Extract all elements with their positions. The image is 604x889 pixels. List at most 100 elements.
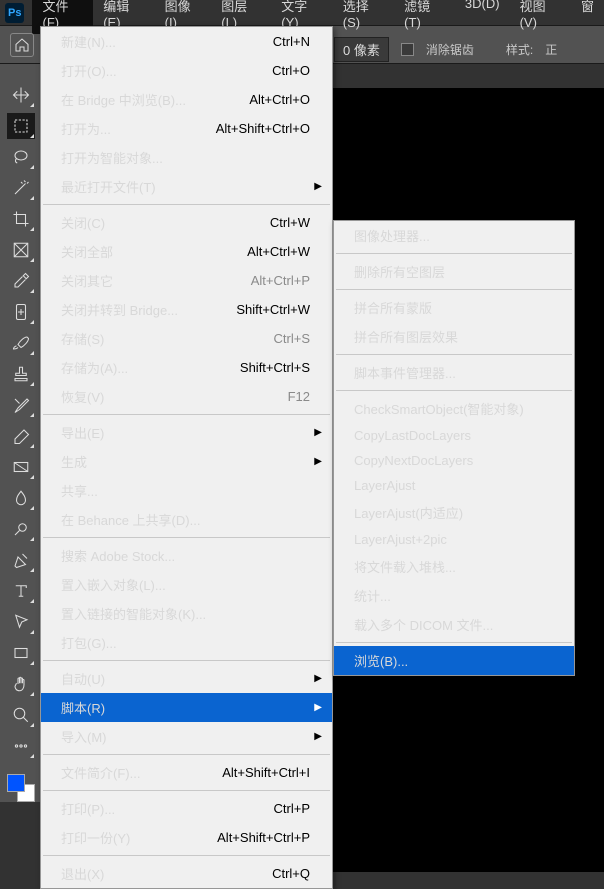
scripts-menu-item-11[interactable]: CopyNextDocLayers: [334, 448, 574, 473]
file-menu-item-31[interactable]: 打印(P)...Ctrl+P: [41, 794, 332, 823]
file-menu-item-8[interactable]: 关闭全部Alt+Ctrl+W: [41, 237, 332, 266]
scripts-menu-item-7[interactable]: 脚本事件管理器...: [334, 358, 574, 387]
menu-item-label: 打印一份(Y): [61, 828, 130, 847]
menubar-item-6[interactable]: 滤镜(T): [394, 0, 455, 34]
file-menu-separator: [43, 754, 330, 755]
tool-blur[interactable]: [7, 485, 35, 511]
file-menu-item-0[interactable]: 新建(N)...Ctrl+N: [41, 27, 332, 56]
file-menu-item-9: 关闭其它Alt+Ctrl+P: [41, 266, 332, 295]
menu-item-label: CopyNextDocLayers: [354, 453, 473, 468]
menu-item-shortcut: Shift+Ctrl+S: [240, 360, 310, 375]
tool-hand[interactable]: [7, 671, 35, 697]
menu-item-label: 最近打开文件(T): [61, 177, 156, 196]
tool-path-select[interactable]: [7, 609, 35, 635]
menu-item-label: 打开为智能对象...: [61, 148, 163, 167]
menu-item-label: 图像处理器...: [354, 226, 430, 245]
scripts-menu-separator: [336, 253, 572, 254]
scripts-menu-item-2[interactable]: 删除所有空图层: [334, 257, 574, 286]
tool-crop[interactable]: [7, 206, 35, 232]
scripts-menu-item-13[interactable]: LayerAjust(内适应): [334, 498, 574, 527]
tool-brush[interactable]: [7, 330, 35, 356]
menu-item-label: 新建(N)...: [61, 32, 116, 51]
menu-item-shortcut: Alt+Shift+Ctrl+P: [217, 830, 310, 845]
file-menu-item-11: 存储(S)Ctrl+S: [41, 324, 332, 353]
menu-item-label: 退出(X): [61, 864, 104, 883]
file-menu-item-4[interactable]: 打开为智能对象...: [41, 143, 332, 172]
file-menu-item-2[interactable]: 在 Bridge 中浏览(B)...Alt+Ctrl+O: [41, 85, 332, 114]
tool-zoom[interactable]: [7, 702, 35, 728]
file-menu-item-18[interactable]: 在 Behance 上共享(D)...: [41, 505, 332, 534]
file-menu-item-20[interactable]: 搜索 Adobe Stock...: [41, 541, 332, 570]
tool-wand[interactable]: [7, 175, 35, 201]
submenu-arrow-icon: ▶: [314, 181, 322, 192]
tool-lasso[interactable]: [7, 144, 35, 170]
scripts-menu-separator: [336, 289, 572, 290]
menu-item-label: 浏览(B)...: [354, 651, 408, 670]
scripts-menu-item-4[interactable]: 拼合所有蒙版: [334, 293, 574, 322]
scripts-menu-item-9[interactable]: CheckSmartObject(智能对象): [334, 394, 574, 423]
file-menu-item-15[interactable]: 导出(E)▶: [41, 418, 332, 447]
file-menu-item-7[interactable]: 关闭(C)Ctrl+W: [41, 208, 332, 237]
tool-rectangle[interactable]: [7, 640, 35, 666]
menubar-item-5[interactable]: 选择(S): [333, 0, 394, 34]
menu-item-label: LayerAjust(内适应): [354, 503, 463, 522]
antialias-checkbox[interactable]: [401, 43, 414, 56]
menu-item-label: LayerAjust+2pic: [354, 532, 447, 547]
tool-type[interactable]: [7, 578, 35, 604]
scripts-menu-item-0[interactable]: 图像处理器...: [334, 221, 574, 250]
file-menu-item-21[interactable]: 置入嵌入对象(L)...: [41, 570, 332, 599]
scripts-menu-item-17[interactable]: 载入多个 DICOM 文件...: [334, 610, 574, 639]
menu-item-label: 在 Bridge 中浏览(B)...: [61, 90, 186, 109]
menubar-item-7[interactable]: 3D(D): [455, 0, 510, 34]
menu-item-label: 载入多个 DICOM 文件...: [354, 615, 493, 634]
tool-dodge[interactable]: [7, 516, 35, 542]
file-menu-separator: [43, 790, 330, 791]
tool-eyedropper[interactable]: [7, 268, 35, 294]
tool-move[interactable]: [7, 82, 35, 108]
menu-item-shortcut: Ctrl+O: [272, 63, 310, 78]
scripts-menu-item-10[interactable]: CopyLastDocLayers: [334, 423, 574, 448]
color-swatches[interactable]: [7, 774, 35, 802]
tool-history[interactable]: [7, 392, 35, 418]
file-menu-item-26[interactable]: 脚本(R)▶: [41, 693, 332, 722]
scripts-menu-item-19[interactable]: 浏览(B)...: [334, 646, 574, 675]
tool-marquee[interactable]: [7, 113, 35, 139]
scripts-menu-item-16[interactable]: 统计...: [334, 581, 574, 610]
file-menu-item-3[interactable]: 打开为...Alt+Shift+Ctrl+O: [41, 114, 332, 143]
file-menu-separator: [43, 414, 330, 415]
file-menu-item-25[interactable]: 自动(U)▶: [41, 664, 332, 693]
file-menu-item-16[interactable]: 生成 ▶: [41, 447, 332, 476]
tool-heal[interactable]: [7, 299, 35, 325]
file-menu-item-1[interactable]: 打开(O)... Ctrl+O: [41, 56, 332, 85]
home-icon[interactable]: [10, 33, 34, 57]
scripts-menu-item-14[interactable]: LayerAjust+2pic: [334, 527, 574, 552]
file-menu-item-34[interactable]: 退出(X)Ctrl+Q: [41, 859, 332, 888]
file-menu-item-27[interactable]: 导入(M)▶: [41, 722, 332, 751]
tool-frame[interactable]: [7, 237, 35, 263]
file-menu-item-32[interactable]: 打印一份(Y) Alt+Shift+Ctrl+P: [41, 823, 332, 852]
file-menu-item-23: 打包(G)...: [41, 628, 332, 657]
toolbox: [0, 64, 42, 802]
menu-item-label: 共享...: [61, 481, 98, 500]
scripts-menu-item-5[interactable]: 拼合所有图层效果: [334, 322, 574, 351]
menu-item-label: 打开(O)...: [61, 61, 117, 80]
tool-pen[interactable]: [7, 547, 35, 573]
scripts-menu-item-12[interactable]: LayerAjust: [334, 473, 574, 498]
feather-value[interactable]: 0 像素: [334, 37, 389, 62]
menubar-item-8[interactable]: 视图(V): [510, 0, 571, 34]
file-menu-item-10[interactable]: 关闭并转到 Bridge...Shift+Ctrl+W: [41, 295, 332, 324]
file-menu-item-29[interactable]: 文件简介(F)...Alt+Shift+Ctrl+I: [41, 758, 332, 787]
scripts-menu-item-15[interactable]: 将文件载入堆栈...: [334, 552, 574, 581]
menu-item-label: 生成: [61, 452, 87, 471]
tool-eraser[interactable]: [7, 423, 35, 449]
menu-item-label: 存储为(A)...: [61, 358, 128, 377]
tool-gradient[interactable]: [7, 454, 35, 480]
file-menu-item-22[interactable]: 置入链接的智能对象(K)...: [41, 599, 332, 628]
tool-stamp[interactable]: [7, 361, 35, 387]
submenu-arrow-icon: ▶: [314, 456, 322, 467]
menubar-item-9[interactable]: 窗: [571, 0, 604, 34]
file-menu-item-12[interactable]: 存储为(A)... Shift+Ctrl+S: [41, 353, 332, 382]
file-menu-item-5[interactable]: 最近打开文件(T) ▶: [41, 172, 332, 201]
tool-more[interactable]: [7, 733, 35, 759]
file-menu-item-17[interactable]: 共享...: [41, 476, 332, 505]
